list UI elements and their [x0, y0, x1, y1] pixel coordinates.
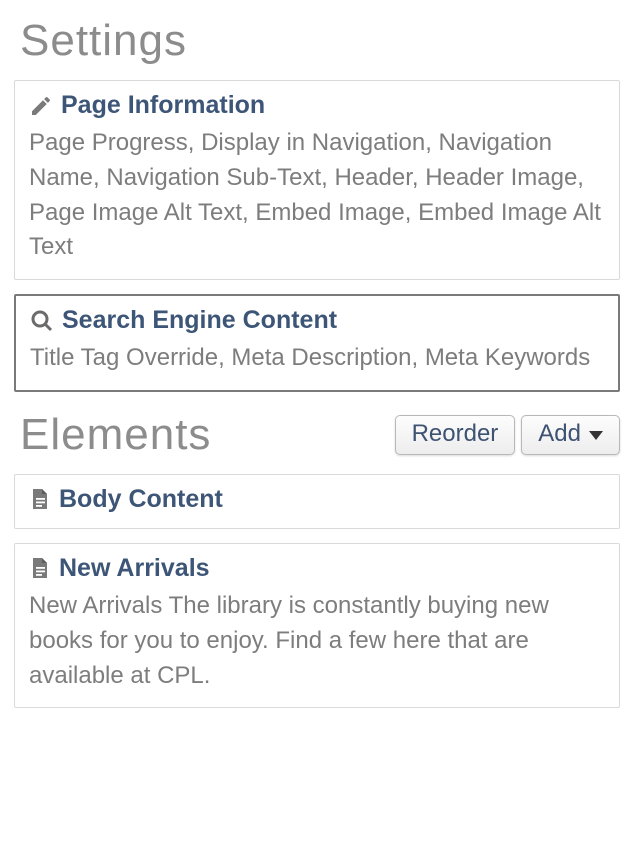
card-title: New Arrivals: [59, 554, 210, 583]
card-description: Title Tag Override, Meta Description, Me…: [30, 341, 604, 376]
card-description: New Arrivals The library is constantly b…: [29, 589, 605, 693]
add-button[interactable]: Add: [521, 415, 620, 455]
card-new-arrivals[interactable]: New Arrivals New Arrivals The library is…: [14, 543, 620, 708]
card-title: Search Engine Content: [62, 306, 337, 335]
document-icon: [29, 487, 51, 511]
reorder-button-label: Reorder: [412, 420, 499, 448]
chevron-down-icon: [589, 431, 603, 440]
card-title: Body Content: [59, 485, 223, 514]
search-icon: [30, 309, 54, 333]
document-icon: [29, 556, 51, 580]
card-description: Page Progress, Display in Navigation, Na…: [29, 126, 605, 265]
card-search-engine-content[interactable]: Search Engine Content Title Tag Override…: [14, 294, 620, 392]
card-body-content[interactable]: Body Content: [14, 474, 620, 529]
settings-heading: Settings: [20, 16, 620, 66]
reorder-button[interactable]: Reorder: [395, 415, 516, 455]
edit-icon: [29, 94, 53, 118]
elements-button-group: Reorder Add: [395, 415, 620, 455]
card-title: Page Information: [61, 91, 265, 120]
elements-heading: Elements: [20, 410, 211, 460]
add-button-label: Add: [538, 420, 581, 448]
card-page-information[interactable]: Page Information Page Progress, Display …: [14, 80, 620, 280]
